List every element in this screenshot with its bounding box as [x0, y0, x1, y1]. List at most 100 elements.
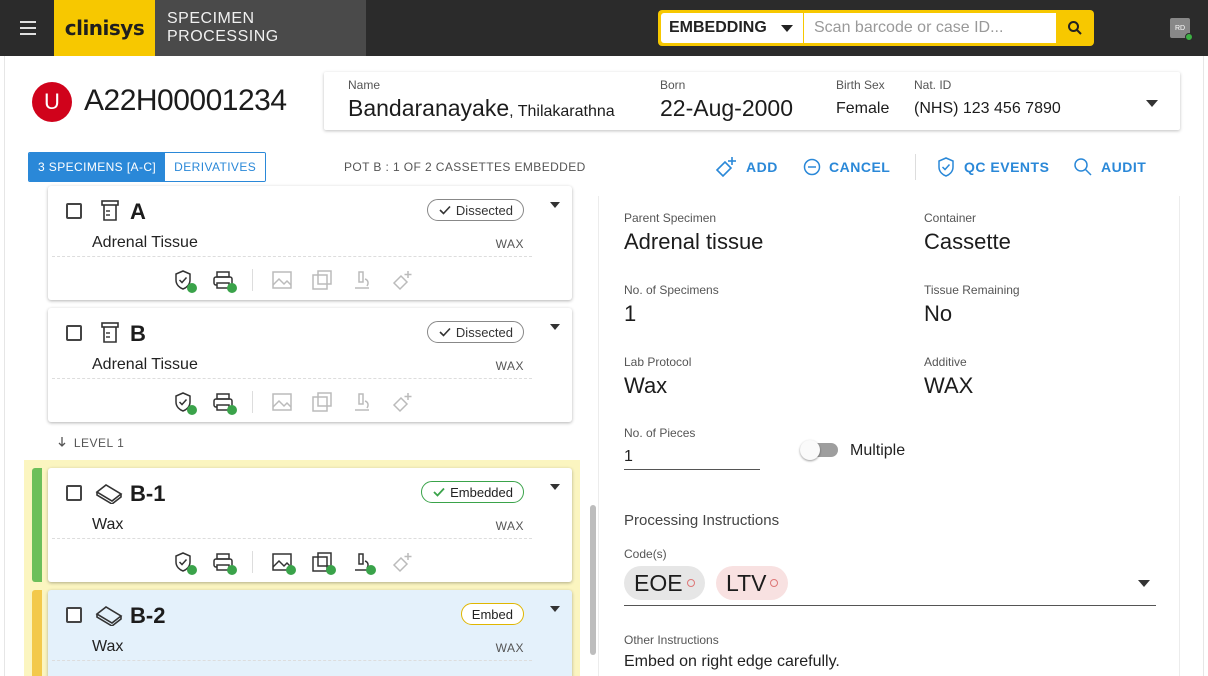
pieces-input[interactable]: 1 — [624, 446, 760, 470]
processing-instructions-title: Processing Instructions — [624, 512, 780, 529]
lab-protocol-value: Wax — [624, 373, 668, 398]
image-icon[interactable] — [271, 551, 296, 575]
microscope-icon[interactable] — [351, 551, 376, 575]
status-badge: Embed — [460, 603, 524, 625]
specimen-card-b[interactable]: B Dissected Adrenal Tissue WAX — [48, 308, 572, 422]
qc-events-button[interactable]: QC EVENTS — [936, 156, 1049, 178]
additive-field: Additive WAX — [924, 355, 973, 399]
cassette-card-b2[interactable]: B-2 Embed Wax WAX — [48, 590, 572, 676]
microscope-icon — [351, 391, 373, 413]
specimen-checkbox[interactable] — [66, 203, 82, 219]
codes-label: Code(s) — [624, 547, 667, 561]
status-badge-label: Dissected — [455, 202, 513, 218]
add-slide-icon — [391, 551, 413, 573]
action-icons — [172, 391, 431, 415]
specimen-medium: WAX — [495, 359, 524, 373]
add-specimen-icon — [715, 157, 736, 178]
brand-logo: clinisys — [54, 0, 155, 56]
qc-shield-icon[interactable] — [172, 551, 197, 575]
chevron-down-icon[interactable] — [550, 202, 560, 208]
remove-chip-icon[interactable] — [686, 579, 695, 587]
other-instructions-label: Other Instructions — [624, 633, 719, 647]
minus-circle-icon — [803, 158, 821, 176]
gallery-icon[interactable] — [311, 551, 336, 575]
chevron-down-icon[interactable] — [1138, 580, 1150, 587]
priority-badge: U — [32, 82, 72, 122]
additive-value: WAX — [924, 373, 974, 398]
cassette-medium: WAX — [495, 641, 524, 655]
toolbar-divider — [915, 154, 916, 180]
mode-select[interactable]: EMBEDDING — [661, 13, 803, 43]
patient-given-name: , Thilakarathna — [509, 103, 615, 120]
qc-shield-icon[interactable] — [172, 269, 197, 293]
cassette-card-b1[interactable]: B-1 Embedded Wax WAX — [48, 468, 572, 582]
shield-check-icon — [938, 157, 954, 177]
level-arrow-icon — [58, 437, 66, 447]
list-scrollbar[interactable] — [590, 505, 596, 655]
microscope-icon — [351, 269, 373, 291]
action-icons — [172, 269, 431, 293]
cassette-material: Wax — [92, 516, 124, 533]
hamburger-icon[interactable] — [8, 8, 48, 48]
name-label: Name — [348, 78, 381, 92]
chevron-down-icon[interactable] — [550, 324, 560, 330]
cassette-checkbox[interactable] — [66, 607, 82, 623]
other-instructions-value[interactable]: Embed on right edge carefully. — [624, 653, 840, 671]
cassette-icon — [95, 606, 123, 626]
specimen-tabs: 3 SPECIMENS [A-C] DERIVATIVES — [28, 152, 267, 182]
avatar[interactable]: RD — [1170, 18, 1193, 41]
audit-button[interactable]: AUDIT — [1073, 156, 1146, 178]
codes-select[interactable]: EOE LTV — [624, 566, 1156, 606]
born-label: Born — [660, 78, 686, 92]
chevron-down-icon[interactable] — [550, 484, 560, 490]
check-icon — [439, 205, 451, 215]
specimen-checkbox[interactable] — [66, 325, 82, 341]
patient-name-field: Name Bandaranayake, Thilakarathna — [348, 78, 615, 122]
pot-icon — [101, 200, 119, 221]
add-button-label: ADD — [746, 159, 778, 175]
barcode-search-input[interactable] — [804, 13, 1056, 43]
expand-chevron-icon[interactable] — [1146, 100, 1158, 107]
add-slide-icon — [391, 269, 413, 291]
status-badge-label: Dissected — [455, 324, 513, 340]
image-icon — [271, 391, 293, 413]
cancel-button[interactable]: CANCEL — [803, 156, 890, 178]
search-button[interactable] — [1056, 10, 1094, 46]
chevron-down-icon[interactable] — [550, 606, 560, 612]
patient-card[interactable]: Name Bandaranayake, Thilakarathna Born 2… — [324, 72, 1180, 130]
tab-derivatives[interactable]: DERIVATIVES — [165, 153, 266, 181]
cancel-button-label: CANCEL — [829, 159, 891, 175]
avatar-initials: RD — [1174, 24, 1186, 32]
specimen-card-a[interactable]: A Dissected Adrenal Tissue WAX — [48, 186, 572, 300]
search-icon — [1074, 158, 1092, 176]
patient-sex: Female — [836, 100, 890, 117]
parent-specimen-field: Parent Specimen Adrenal tissue — [624, 211, 763, 255]
code-chip[interactable]: EOE — [624, 566, 705, 600]
image-icon — [271, 269, 293, 291]
patient-surname: Bandaranayake — [348, 95, 510, 121]
additive-label: Additive — [924, 355, 967, 369]
add-slide-icon — [391, 391, 413, 413]
tab-specimens[interactable]: 3 SPECIMENS [A-C] — [29, 153, 166, 181]
container-value: Cassette — [924, 229, 1011, 254]
printer-icon[interactable] — [212, 391, 237, 415]
specimen-count-value: 1 — [624, 301, 637, 326]
cassette-checkbox[interactable] — [66, 485, 82, 501]
add-button[interactable]: ADD — [714, 156, 778, 178]
qc-shield-icon[interactable] — [172, 391, 197, 415]
top-bar: clinisys SPECIMEN PROCESSING EMBEDDING R… — [0, 0, 1208, 56]
remove-chip-icon[interactable] — [770, 579, 779, 587]
status-badge: Dissected — [426, 321, 524, 343]
lab-protocol-label: Lab Protocol — [624, 355, 692, 369]
cassette-label: B-2 — [130, 603, 166, 628]
patient-natid: (NHS) 123 456 7890 — [914, 100, 1061, 117]
level-label: LEVEL 1 — [58, 436, 124, 450]
audit-label: AUDIT — [1101, 159, 1147, 175]
check-icon — [433, 487, 445, 497]
printer-icon[interactable] — [212, 269, 237, 293]
code-chip[interactable]: LTV — [716, 566, 789, 600]
multiple-toggle[interactable] — [800, 440, 838, 460]
specimen-tissue: Adrenal Tissue — [92, 356, 198, 373]
patient-born: 22-Aug-2000 — [660, 95, 793, 121]
printer-icon[interactable] — [212, 551, 237, 575]
